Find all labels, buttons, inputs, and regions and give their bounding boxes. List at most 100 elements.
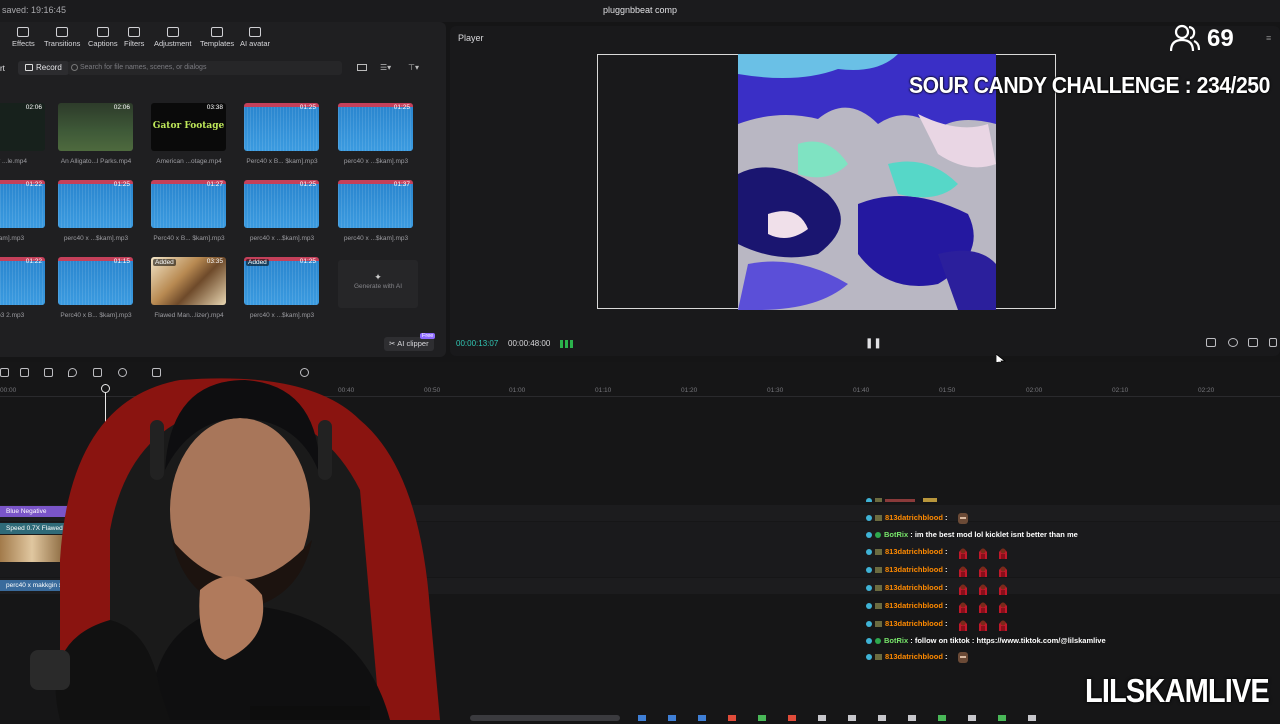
media-item[interactable]: 03:35 Added (151, 257, 226, 305)
chat-username[interactable]: 813datrichblood (885, 547, 943, 556)
generate-ai-tile[interactable]: ✦ Generate with AI (338, 260, 418, 308)
media-item-caption: Flawed Man...lizer).mp4 (154, 312, 224, 319)
emote-icon (976, 546, 990, 559)
chat-message: 813datrichblood : (866, 581, 1010, 595)
chat-message: 813datrichblood : (866, 650, 970, 664)
tool-tab-effects[interactable]: Effects (12, 27, 35, 48)
layout-icon[interactable] (1248, 338, 1258, 347)
view-toggle-icon[interactable] (357, 64, 367, 71)
waveform (58, 184, 133, 228)
total-duration: 00:00:48:00 (508, 339, 551, 348)
emote-icon (996, 564, 1010, 577)
tool-tab-transitions[interactable]: Transitions (44, 27, 80, 48)
duration-label: 03:38 (206, 104, 223, 111)
media-item-caption: perc40 x ...$kam].mp3 (343, 158, 409, 165)
search-input[interactable]: Search for file names, scenes, or dialog… (68, 61, 342, 75)
chat-separator: : (908, 530, 915, 539)
filter-icon[interactable]: ⊤▾ (408, 63, 419, 72)
tool-tab-templates[interactable]: Templates (200, 27, 234, 48)
media-item[interactable]: 01:25 (58, 180, 133, 228)
tool-tab-label: Filters (124, 39, 145, 48)
media-item[interactable]: 01:25 Added (244, 257, 319, 305)
captions-icon (96, 27, 109, 37)
media-item[interactable]: 02:06 (0, 103, 45, 151)
fullscreen-icon[interactable] (1269, 338, 1277, 347)
badge-icon (866, 603, 872, 610)
ruler-tick: 01:50 (939, 387, 956, 394)
tool-tab-label: Transitions (44, 39, 81, 48)
duration-label: 01:22 (25, 258, 42, 265)
waveform (244, 261, 319, 305)
media-item[interactable]: 01:15 (58, 257, 133, 305)
import-label[interactable]: rt (0, 64, 5, 73)
duration-label: 01:25 (299, 258, 316, 265)
emote-icon (956, 618, 970, 631)
chat-username[interactable]: BotRix (884, 636, 908, 645)
role-badge-icon (875, 654, 882, 661)
ruler-tick: 02:00 (1026, 387, 1043, 394)
generate-ai-label: Generate with AI (353, 283, 403, 290)
ruler-tick: 02:20 (1198, 387, 1215, 394)
chat-message: 813datrichblood : (866, 545, 1010, 559)
media-item[interactable]: Gator Footage 03:38 (151, 103, 226, 151)
role-badge-icon (875, 585, 882, 592)
tool-tab-adjustment[interactable]: Adjustment (154, 27, 192, 48)
waveform (58, 261, 133, 305)
chat-username[interactable]: 813datrichblood (885, 652, 943, 661)
media-item[interactable]: 01:37 (338, 180, 413, 228)
media-item[interactable]: 01:25 (244, 103, 319, 151)
role-badge-icon (875, 621, 882, 628)
ai-clipper-button[interactable]: ✂ AI clipper (384, 337, 434, 351)
sort-icon[interactable]: ☰▾ (380, 63, 391, 72)
search-icon (71, 64, 78, 71)
media-item[interactable]: 01:25 (338, 103, 413, 151)
chat-separator: : (942, 565, 950, 574)
chat-separator: : (942, 652, 950, 661)
chat-username[interactable]: 813datrichblood (885, 565, 943, 574)
free-badge: Free (420, 333, 436, 339)
media-item[interactable]: 01:22 (0, 180, 45, 228)
emote-icon (956, 564, 970, 577)
challenge-text: SOUR CANDY CHALLENGE : 234/250 (909, 72, 1270, 98)
pause-icon[interactable]: ❚❚ (865, 338, 882, 349)
tool-tab-captions[interactable]: Captions (88, 27, 118, 48)
role-badge-icon (875, 567, 882, 574)
chat-username[interactable]: 813datrichblood (885, 583, 943, 592)
tool-tab-filters[interactable]: Filters (124, 27, 144, 48)
record-label: Record (36, 63, 62, 72)
chat-message: 813datrichblood : (866, 617, 1010, 631)
emote-icon (996, 618, 1010, 631)
chat-username[interactable]: 813datrichblood (885, 601, 943, 610)
chat-message: 813datrichblood : (866, 511, 970, 525)
record-button[interactable]: Record (18, 61, 69, 75)
chat-username[interactable]: BotRix (884, 530, 908, 539)
tool-tab-label: Templates (200, 39, 235, 48)
badge-icon (866, 621, 872, 628)
menu-icon[interactable]: ≡ (1266, 33, 1271, 43)
media-item[interactable]: 01:27 (151, 180, 226, 228)
waveform (244, 184, 319, 228)
templates-icon (211, 27, 224, 37)
emote-icon (976, 618, 990, 631)
tool-tab-ai-avatar[interactable]: AI avatar (240, 27, 270, 48)
transitions-icon (56, 27, 69, 37)
emote-icon (956, 600, 970, 613)
ruler-tick: 02:10 (1112, 387, 1129, 394)
media-item[interactable]: 01:22 (0, 257, 45, 305)
role-badge-icon (875, 549, 882, 556)
viewer-count: 69 (1207, 25, 1234, 52)
chat-username[interactable]: 813datrichblood (885, 619, 943, 628)
media-item-caption: perc40 x ...$kam].mp3 (343, 235, 409, 242)
channel-watermark: LILSKAMLIVE (1085, 672, 1270, 709)
chat-username[interactable]: 813datrichblood (885, 513, 943, 522)
screenshot-icon[interactable] (1228, 338, 1238, 347)
player-title: Player (458, 33, 484, 43)
duration-label: 01:15 (113, 258, 130, 265)
ratio-icon[interactable] (1206, 338, 1216, 347)
badge-icon (866, 532, 872, 539)
media-item-caption: An Alligato...l Parks.mp4 (60, 158, 132, 165)
media-item[interactable]: 02:06 (58, 103, 133, 151)
emote-icon (976, 582, 990, 595)
media-item[interactable]: 01:25 (244, 180, 319, 228)
badge-icon (866, 638, 872, 645)
